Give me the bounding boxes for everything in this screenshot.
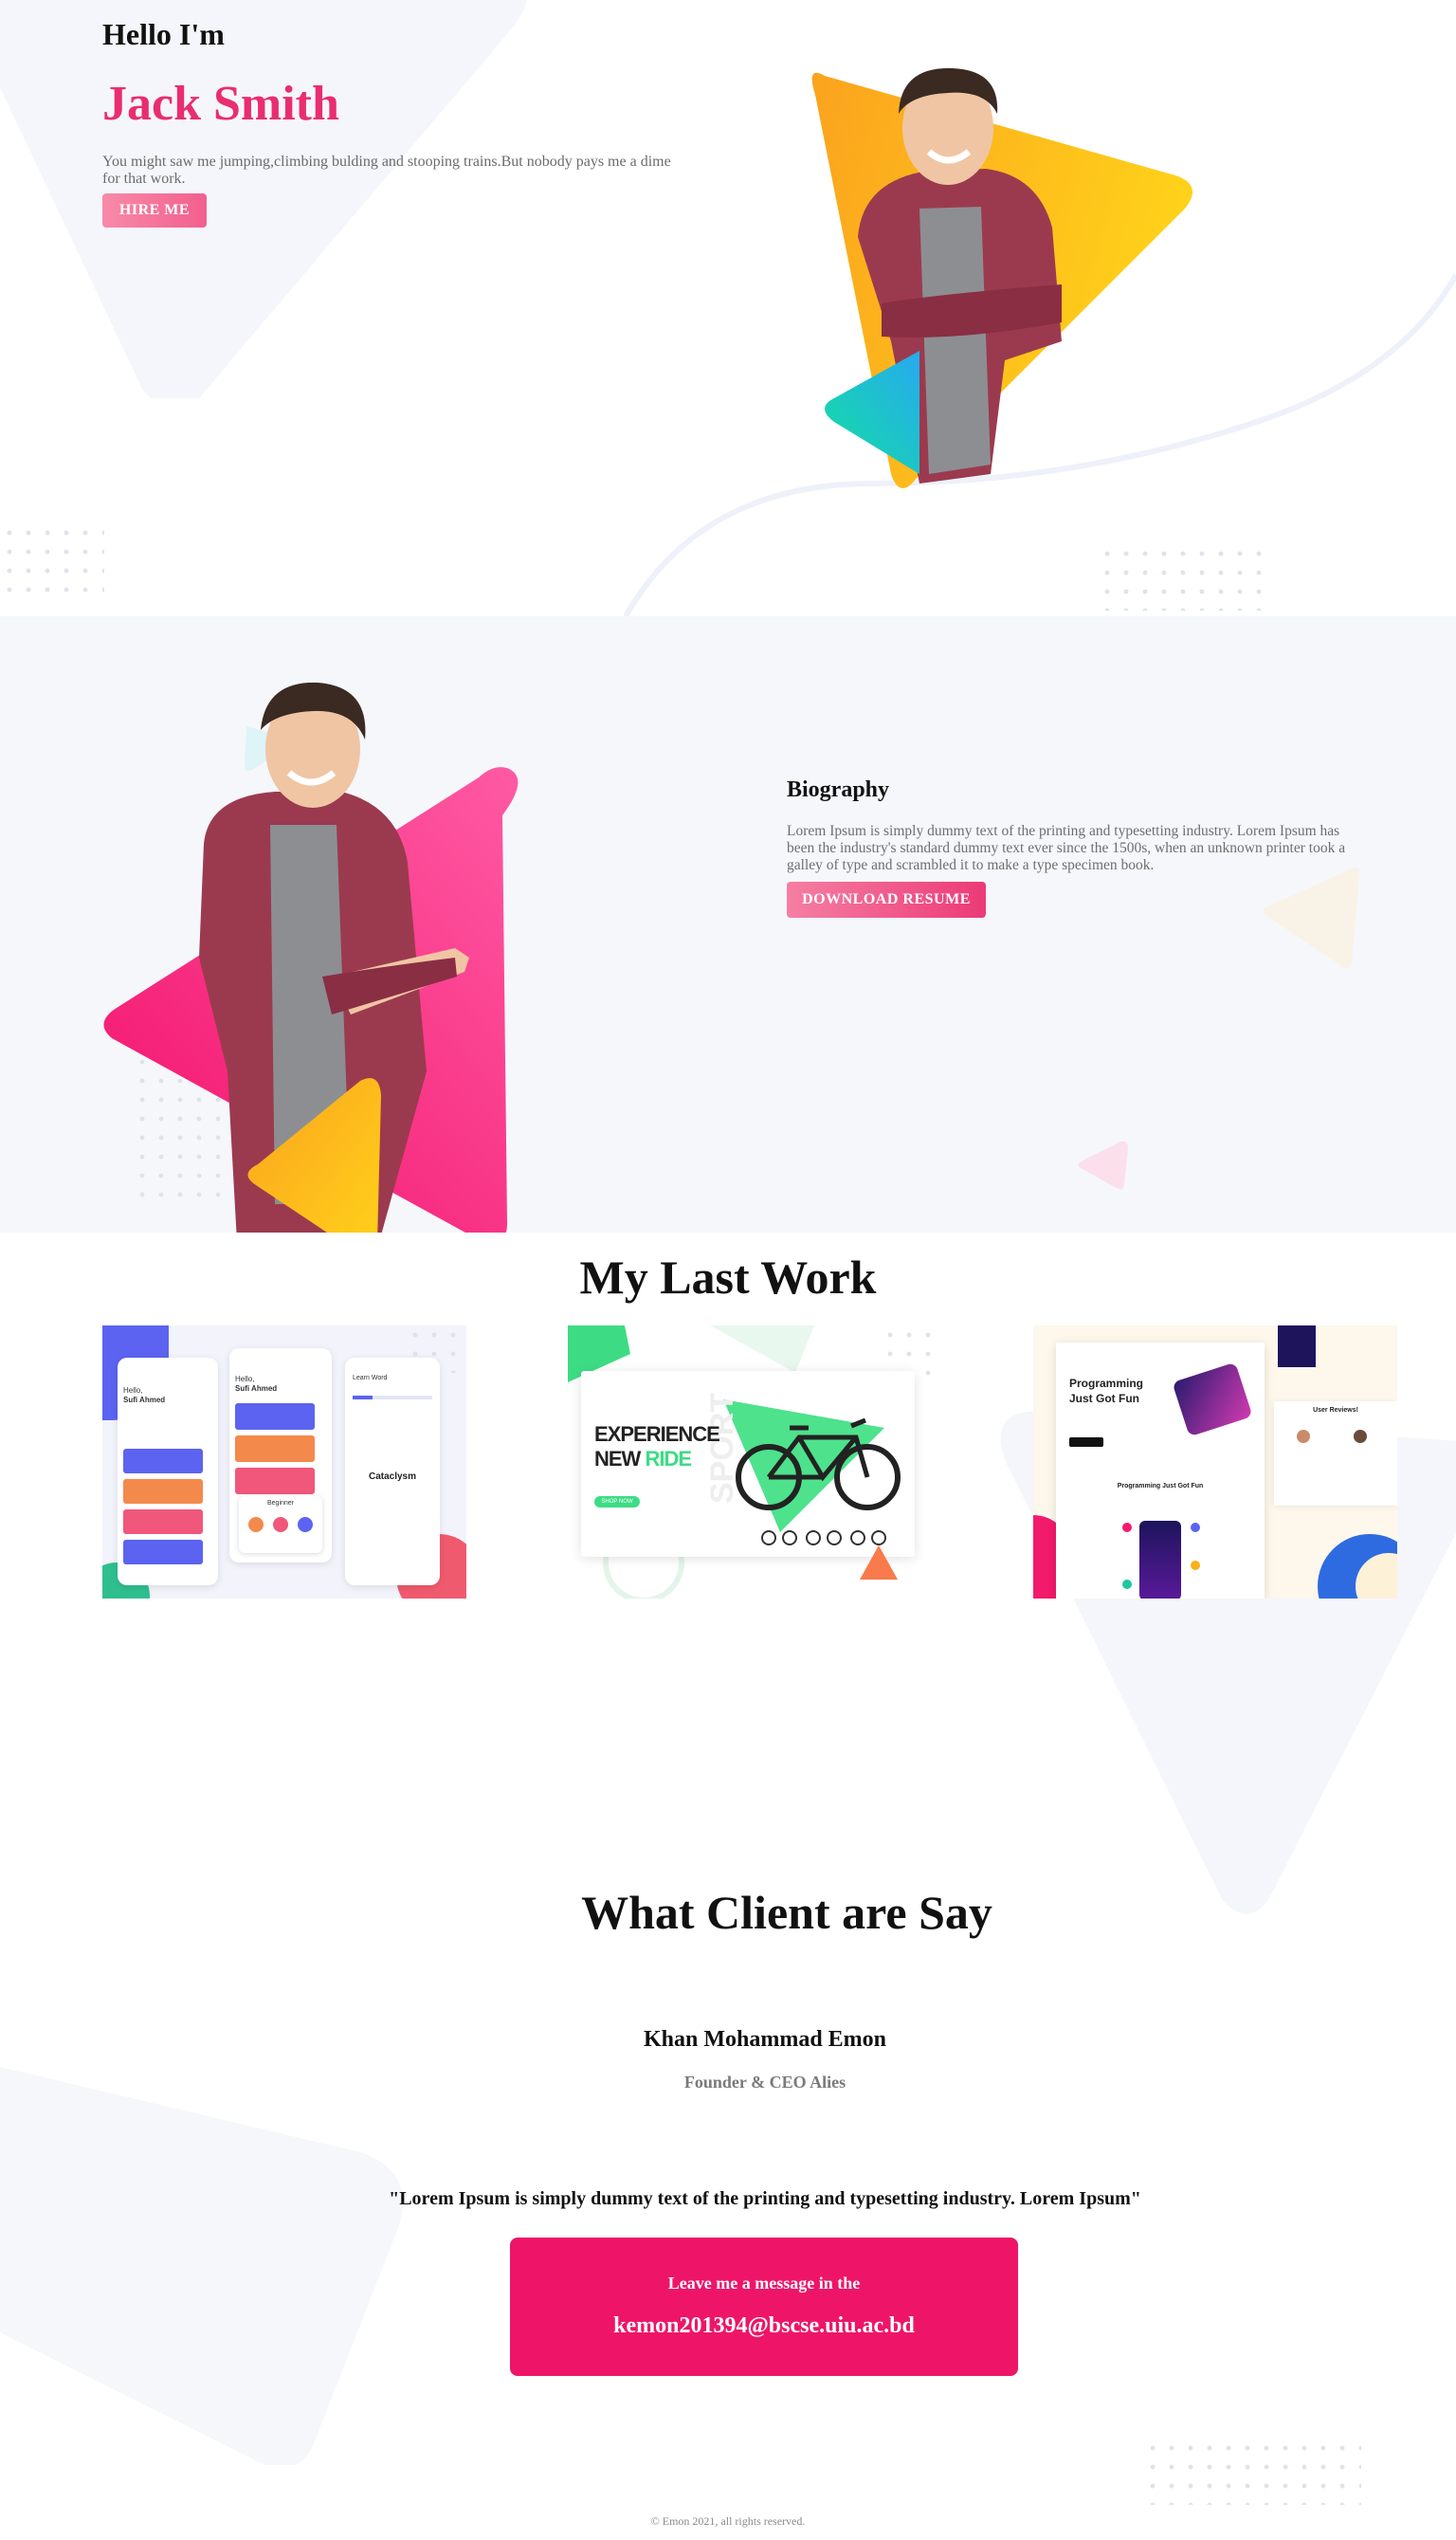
client-role: Founder & CEO Alies xyxy=(683,2073,846,2092)
project-card-learning-app[interactable]: Hello, Sufi Ahmed Hello, Sufi Ahmed Begi… xyxy=(102,1325,466,1599)
app-screen-title: Learn Word xyxy=(353,1375,388,1381)
website-mockup: Programming Just Got Fun Programming Jus… xyxy=(1056,1343,1265,1599)
bike-thumbnails xyxy=(761,1530,886,1545)
hero-headline: EXPERIENCE xyxy=(594,1422,720,1446)
app-list-item xyxy=(235,1403,315,1430)
phone-illustration xyxy=(1278,1325,1316,1367)
biography-portrait xyxy=(103,682,519,1233)
circle-icon xyxy=(298,1517,313,1532)
phone-illustration xyxy=(1172,1361,1253,1437)
footer-copyright: © Emon 2021, all rights reserved. xyxy=(650,2514,806,2528)
hero-headline: Programming xyxy=(1069,1377,1144,1390)
decorative-triangle xyxy=(1263,867,1360,969)
circle-icon xyxy=(1122,1523,1132,1532)
bicycle-icon xyxy=(736,1417,901,1510)
phone-mockup: Hello, Sufi Ahmed xyxy=(118,1358,218,1585)
circle-icon xyxy=(248,1517,264,1532)
app-word: Cataclysm xyxy=(368,1471,417,1482)
dots-pattern xyxy=(1098,544,1268,611)
app-list-item xyxy=(123,1479,203,1504)
hero-headline-2: NEW RIDE xyxy=(594,1447,692,1471)
avatar xyxy=(1297,1430,1310,1443)
client-quote: "Lorem Ipsum is simply dummy text of the… xyxy=(389,2188,1141,2209)
app-popup: Beginner xyxy=(239,1496,322,1553)
app-list-item xyxy=(235,1435,315,1462)
app-greeting: Hello, xyxy=(235,1375,255,1383)
hero-name: Jack Smith xyxy=(102,77,339,131)
app-popup-title: Beginner xyxy=(266,1500,295,1507)
app-list-item xyxy=(123,1509,203,1534)
app-user-name: Sufi Ahmed xyxy=(123,1396,166,1404)
app-greeting: Hello, xyxy=(123,1386,143,1395)
client-section-title: What Client are Say xyxy=(581,1886,992,1939)
app-list-item xyxy=(235,1468,315,1494)
app-user-name: Sufi Ahmed xyxy=(235,1384,278,1393)
circle-icon xyxy=(273,1517,288,1532)
phone-illustration xyxy=(1139,1521,1181,1599)
headline-accent: RIDE xyxy=(645,1447,692,1471)
hero-intro: You might saw me jumping,climbing buldin… xyxy=(102,154,671,187)
contact-email-link[interactable]: kemon201394@bscse.uiu.ac.bd xyxy=(510,2313,1018,2339)
reviews-title: User Reviews! xyxy=(1313,1407,1358,1414)
contact-box: Leave me a message in the kemon201394@bs… xyxy=(510,2238,1018,2376)
circle-icon xyxy=(1191,1523,1200,1532)
phone-mockup: Hello, Sufi Ahmed Beginner xyxy=(229,1348,332,1562)
hero-headline-2: Just Got Fun xyxy=(1069,1392,1139,1405)
project-card-bike-landing[interactable]: SPORT EXPERIENCE NEW RIDE SHOP NOW xyxy=(568,1325,932,1599)
hire-me-button[interactable]: HIRE ME xyxy=(102,193,207,228)
phone-mockup: Learn Word Cataclysm xyxy=(345,1358,440,1585)
download-resume-button[interactable]: DOWNLOAD RESUME xyxy=(787,882,986,918)
work-title: My Last Work xyxy=(579,1251,877,1304)
biography-title: Biography xyxy=(787,777,890,802)
decorative-triangle xyxy=(1078,1141,1128,1190)
client-name: Khan Mohammad Emon xyxy=(643,2027,887,2052)
dots-pattern xyxy=(0,523,104,603)
shop-now-button: SHOP NOW xyxy=(594,1496,640,1508)
circle-icon xyxy=(1122,1580,1132,1589)
dots-pattern xyxy=(1143,2439,1361,2505)
avatar xyxy=(1354,1430,1367,1443)
circle-icon xyxy=(1191,1561,1200,1570)
biography-section: Biography Lorem Ipsum is simply dummy te… xyxy=(0,616,1456,1233)
hero-section: Hello I'm Jack Smith You might saw me ju… xyxy=(0,0,1456,616)
hero-greeting: Hello I'm xyxy=(102,17,225,51)
app-store-badge xyxy=(1069,1437,1103,1447)
reviews-panel: User Reviews! xyxy=(1274,1401,1397,1506)
app-progress xyxy=(353,1396,432,1399)
biography-text: Lorem Ipsum is simply dummy text of the … xyxy=(787,823,1346,873)
orange-triangle xyxy=(860,1545,898,1580)
app-list-item xyxy=(123,1449,203,1473)
contact-label: Leave me a message in the xyxy=(667,2274,861,2293)
app-list-item xyxy=(123,1540,203,1564)
section-title: Programming Just Got Fun xyxy=(1117,1483,1204,1489)
headline-word: NEW xyxy=(594,1447,641,1471)
hero-background-shape xyxy=(0,0,527,398)
decorative-background-shape xyxy=(0,2067,403,2465)
project-card-programming-site[interactable]: Programming Just Got Fun Programming Jus… xyxy=(1033,1325,1397,1599)
website-mockup: SPORT EXPERIENCE NEW RIDE SHOP NOW xyxy=(581,1371,915,1557)
hero-portrait xyxy=(811,67,1192,489)
